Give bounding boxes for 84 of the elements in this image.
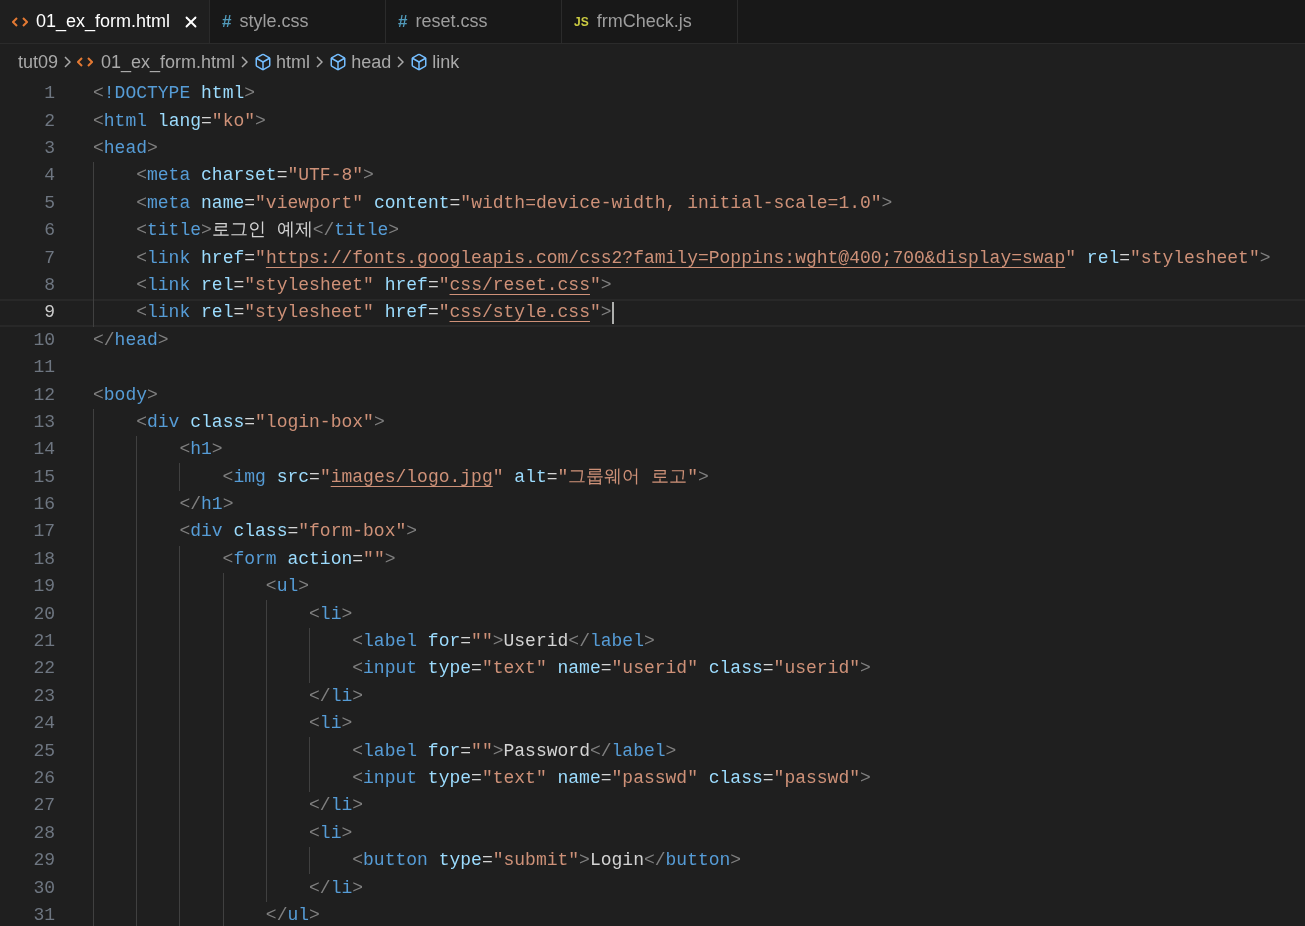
code-line: <link rel="stylesheet" href="css/style.css"> [135, 301, 612, 325]
line-number: 16 [32, 493, 55, 517]
line-number: 31 [32, 903, 55, 926]
code-line: <html lang="ko"> [93, 109, 266, 133]
line-number: 3 [43, 137, 55, 160]
line-number: 29 [32, 849, 55, 873]
code-line: <!DOCTYPE html> [93, 82, 256, 106]
line-number: 20 [32, 602, 55, 626]
hash-icon: # [398, 8, 408, 35]
line-number: 21 [32, 630, 55, 653]
code-line: <head> [93, 137, 158, 160]
cube-icon [329, 53, 348, 71]
code-line: <link rel="stylesheet" href="css/reset.css"> [135, 273, 612, 297]
code-line: <button type="submit">Login</button> [351, 849, 742, 873]
cube-icon [254, 53, 273, 71]
chevron-right-icon [316, 56, 324, 68]
code-line: </li> [308, 794, 364, 818]
line-number: 25 [32, 739, 55, 763]
tab-label: style.css [239, 10, 309, 33]
line-number: 7 [43, 246, 55, 270]
chevron-right-icon [64, 56, 72, 68]
code-line: <form action=""> [221, 547, 396, 571]
code-line: <title>로그인 예제</title> [135, 219, 400, 243]
cube-icon [410, 53, 429, 71]
code-line: </ul> [264, 903, 320, 926]
line-number: 8 [43, 273, 55, 297]
code-line: <body> [93, 383, 158, 407]
line-number: 2 [43, 109, 55, 133]
code-line: <li> [308, 821, 353, 845]
code-line: <div class="login-box"> [135, 410, 385, 434]
line-number: 4 [43, 164, 55, 188]
line-number: 5 [43, 191, 55, 215]
line-number: 19 [32, 575, 55, 599]
code-line: </li> [308, 876, 364, 900]
code-line: <ul> [264, 575, 310, 599]
code-line: <li> [308, 712, 353, 736]
code-line: <div class="form-box"> [178, 520, 418, 544]
breadcrumb-item[interactable]: 01_ex_form.html [101, 48, 236, 76]
code-line: <meta name="viewport" content="width=device-width, initial-scale=1.0"> [135, 191, 893, 215]
code-line: <h1> [178, 438, 223, 462]
code-line: <link href="https://fonts.googleapis.com/css2?family=Poppins:wght@400;700&display=swap" rel="stylesheet"> [135, 246, 1271, 270]
code-line: <label for="">Password</label> [351, 739, 677, 763]
code-brackets-icon [12, 15, 28, 28]
line-number: 26 [32, 766, 55, 790]
line-number: 30 [32, 876, 55, 900]
breadcrumb-item[interactable]: link [432, 48, 460, 76]
line-number: 22 [32, 657, 55, 681]
code-line: <li> [308, 602, 353, 626]
line-number: 27 [32, 794, 55, 818]
tab-label: frmCheck.js [596, 10, 692, 33]
chevron-right-icon [397, 56, 405, 68]
text-cursor [611, 301, 614, 324]
line-number: 18 [32, 547, 55, 571]
line-number: 6 [43, 219, 55, 243]
code-line: </head> [93, 328, 169, 352]
tab-label: reset.css [415, 10, 488, 33]
line-number: 14 [32, 438, 55, 462]
breadcrumb-item[interactable]: head [351, 48, 392, 76]
breadcrumb-item[interactable]: tut09 [18, 48, 59, 76]
line-number: 17 [32, 520, 55, 544]
line-number: 10 [32, 328, 55, 352]
hash-icon: # [222, 8, 232, 35]
line-number: 24 [32, 712, 55, 736]
code-line: <img src="images/logo.jpg" alt="그룹웨어 로고"> [221, 465, 709, 489]
code-brackets-icon [77, 56, 94, 68]
code-line: <input type="text" name="userid" class="userid"> [351, 657, 871, 681]
code-line: </li> [308, 684, 364, 708]
tab-label: 01_ex_form.html [36, 10, 171, 34]
js-icon: JS [574, 12, 589, 31]
line-number: 13 [32, 410, 55, 434]
breadcrumb-item[interactable]: html [276, 48, 311, 76]
code-line: <input type="text" name="passwd" class="passwd"> [351, 766, 871, 790]
line-number: 23 [32, 684, 55, 708]
line-number: 15 [32, 465, 55, 489]
line-number: 1 [43, 82, 55, 106]
code-line: <label for="">Userid</label> [351, 630, 655, 653]
line-number: 28 [32, 821, 55, 845]
code-line: </h1> [178, 493, 234, 517]
chevron-right-icon [241, 56, 249, 68]
code-line: <meta charset="UTF-8"> [135, 164, 374, 188]
line-number: 9 [43, 301, 55, 325]
line-number: 11 [32, 356, 55, 380]
editor-tab[interactable]: 01_ex_form.html [0, 0, 210, 43]
line-number: 12 [32, 383, 55, 407]
